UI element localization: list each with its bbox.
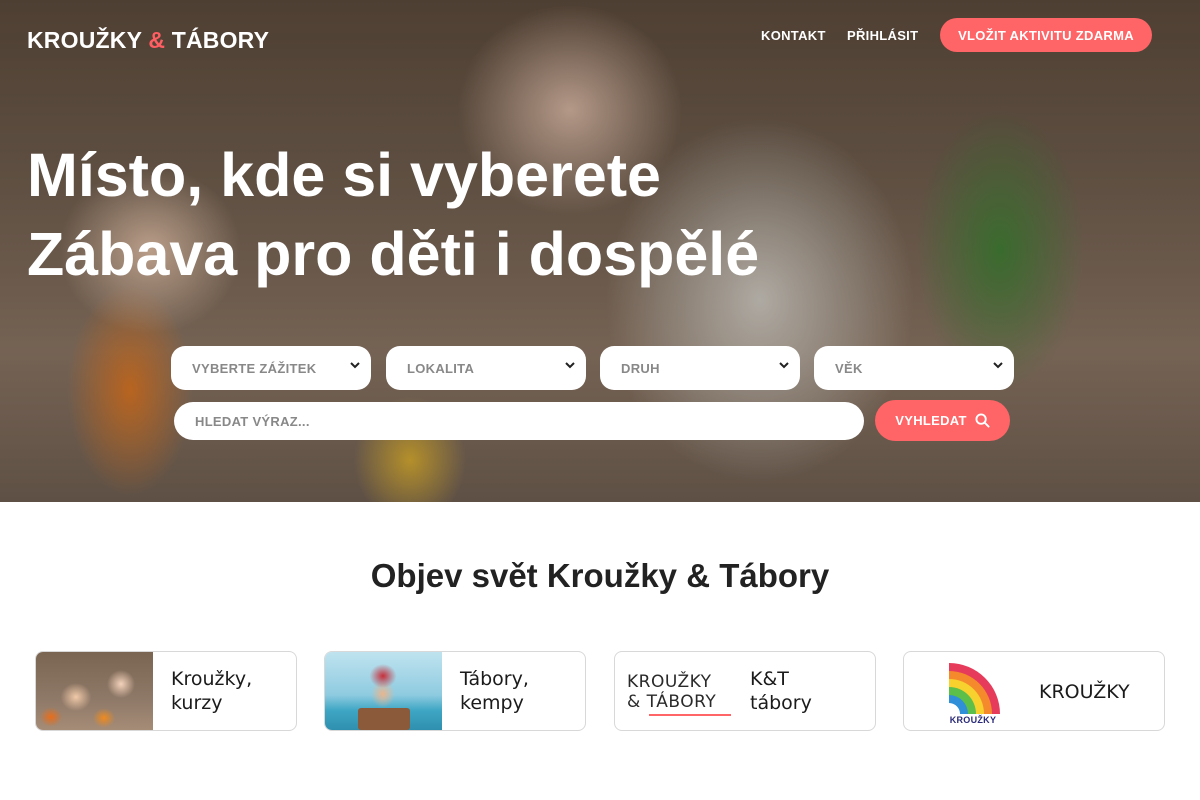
search-button[interactable]: VYHLEDAT <box>875 400 1010 441</box>
location-select-value: LOKALITA <box>407 360 475 376</box>
nav-contact-link[interactable]: KONTAKT <box>761 28 826 43</box>
category-card-label: K&T tábory <box>750 667 812 715</box>
camp-photo-thumbnail <box>325 652 442 730</box>
suitcase-shape <box>358 708 410 730</box>
search-button-label: VYHLEDAT <box>895 413 967 428</box>
location-select[interactable]: LOKALITA <box>386 346 586 390</box>
search-input[interactable]: HLEDAT VÝRAZ... <box>174 402 864 440</box>
category-card-kt-camps[interactable]: KROUŽKY & TÁBORY K&T tábory <box>614 651 876 731</box>
category-card-line-1: Kroužky, <box>171 668 253 690</box>
category-card-line-1: KROUŽKY <box>1039 681 1130 703</box>
chevron-down-icon <box>779 362 789 369</box>
add-activity-button[interactable]: VLOŽIT AKTIVITU ZDARMA <box>940 18 1152 52</box>
category-card-label: Kroužky, kurzy <box>171 667 252 715</box>
category-card-camps[interactable]: Tábory, kempy <box>324 651 586 731</box>
rainbow-logo-text: KROUŽKY <box>949 715 997 725</box>
category-card-line-1: K&T <box>750 668 789 690</box>
kt-logo-underline <box>649 714 731 716</box>
chevron-down-icon <box>565 362 575 369</box>
kt-brand-logo: KROUŽKY & TÁBORY <box>627 672 733 716</box>
search-icon <box>975 413 990 428</box>
category-card-krouzky[interactable]: KROUŽKY KROUŽKY <box>903 651 1165 731</box>
category-card-line-1: Tábory, <box>460 668 529 690</box>
site-logo[interactable]: KROUŽKY & TÁBORY <box>27 27 269 54</box>
category-card-line-2: kempy <box>460 692 524 714</box>
chevron-down-icon <box>350 362 360 369</box>
kt-logo-line-2: & TÁBORY <box>627 692 717 712</box>
chevron-down-icon <box>993 362 1003 369</box>
experience-select[interactable]: VYBERTE ZÁŽITEK <box>171 346 371 390</box>
age-select[interactable]: VĚK <box>814 346 1014 390</box>
category-card-label: KROUŽKY <box>1039 680 1130 704</box>
category-card-line-2: tábory <box>750 692 812 714</box>
type-select-value: DRUH <box>621 360 660 376</box>
hero-headline-line-1: Místo, kde si vyberete <box>27 141 661 209</box>
category-card-line-2: kurzy <box>171 692 223 714</box>
category-card-clubs[interactable]: Kroužky, kurzy <box>35 651 297 731</box>
logo-word-1: KROUŽKY <box>27 27 142 53</box>
nav-login-link[interactable]: PŘIHLÁSIT <box>847 28 918 43</box>
age-select-value: VĚK <box>835 360 863 376</box>
top-navigation: KROUŽKY & TÁBORY KONTAKT PŘIHLÁSIT VLOŽI… <box>0 0 1200 80</box>
rainbow-logo-icon: KROUŽKY <box>944 658 1002 726</box>
type-select[interactable]: DRUH <box>600 346 800 390</box>
explore-section-title: Objev svět Kroužky & Tábory <box>370 557 830 594</box>
rainbow-icon <box>949 663 1000 714</box>
search-input-placeholder: HLEDAT VÝRAZ... <box>195 413 310 429</box>
kids-photo-thumbnail <box>36 652 153 730</box>
hero-headline: Místo, kde si vyberete Zábava pro děti i… <box>27 136 759 294</box>
hero-headline-line-2: Zábava pro děti i dospělé <box>27 220 760 288</box>
experience-select-value: VYBERTE ZÁŽITEK <box>192 360 317 376</box>
logo-ampersand: & <box>148 27 166 53</box>
category-card-label: Tábory, kempy <box>460 667 529 715</box>
kt-logo-line-1: KROUŽKY <box>627 672 712 692</box>
logo-word-2: TÁBORY <box>171 27 270 53</box>
hero-banner: KROUŽKY & TÁBORY KONTAKT PŘIHLÁSIT VLOŽI… <box>0 0 1200 502</box>
